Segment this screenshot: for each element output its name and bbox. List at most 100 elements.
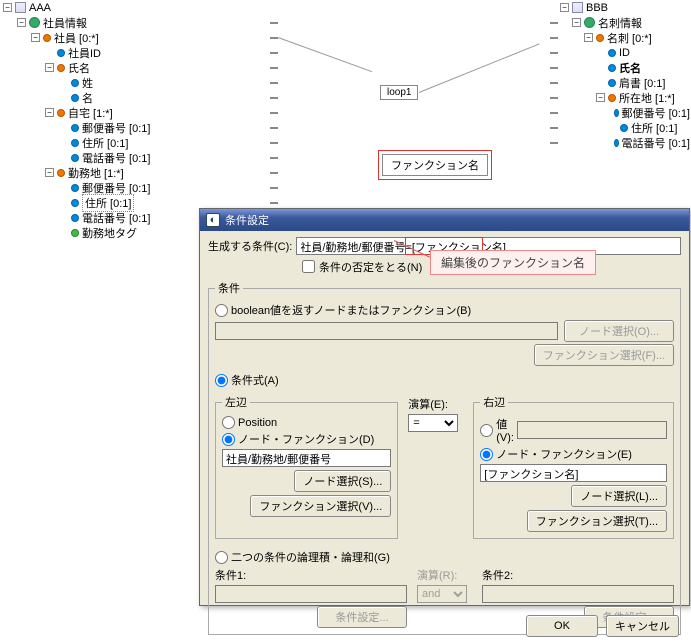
leaf-icon [614, 139, 619, 147]
operator-select[interactable]: = [408, 414, 458, 432]
bool-input [215, 322, 558, 340]
node-icon [57, 64, 65, 72]
dialog-titlebar[interactable]: ◐ 条件設定 [200, 209, 689, 231]
toggle-icon[interactable]: − [45, 63, 54, 72]
nodefunc-left-label: ノード・ファンクション(D) [238, 431, 374, 447]
cond2-label: 条件2: [482, 567, 674, 583]
tree-label: 電話番号 [0:1] [622, 135, 690, 151]
gen-cond-label: 生成する条件(C): [208, 238, 292, 254]
tree-label: 氏名 [68, 60, 90, 76]
cancel-button[interactable]: キャンセル [606, 615, 679, 637]
leaf-icon [608, 49, 616, 57]
toggle-icon[interactable]: − [31, 33, 40, 42]
toggle-icon[interactable]: − [572, 18, 581, 27]
logic-label: 二つの条件の論理積・論理和(G) [231, 549, 390, 565]
func-select-v-button[interactable]: ファンクション選択(V)... [250, 495, 391, 517]
toggle-icon[interactable]: − [3, 3, 12, 12]
toggle-icon[interactable]: − [45, 168, 54, 177]
expr-label: 条件式(A) [231, 372, 279, 388]
position-label: Position [238, 417, 277, 429]
doc-icon [572, 2, 583, 13]
leaf-icon [608, 79, 616, 87]
logic-radio[interactable] [215, 551, 228, 564]
nodefunc-right-radio[interactable] [480, 448, 493, 461]
tree-label: 社員ID [68, 45, 101, 61]
annotation-box: 編集後のファンクション名 [430, 250, 596, 275]
root-icon [29, 17, 40, 28]
toggle-icon[interactable]: − [17, 18, 26, 27]
tree-label: 住所 [0:1] [631, 120, 677, 136]
value-label: 値(V): [496, 416, 514, 444]
tree-label: 電話番号 [0:1] [82, 210, 150, 226]
dialog-icon: ◐ [206, 213, 220, 227]
leaf-icon [71, 214, 79, 222]
tree-label: 郵便番号 [0:1] [82, 120, 150, 136]
cond2-input [482, 585, 674, 603]
node-icon [57, 169, 65, 177]
condition-group: 条件 boolean値を返すノードまたはファンクション(B) ノード選択(O).… [208, 280, 681, 635]
toggle-icon[interactable]: − [584, 33, 593, 42]
tree-label: 勤務地 [1:*] [68, 165, 124, 181]
node-select-s-button[interactable]: ノード選択(S)... [294, 470, 391, 492]
left-tree: −AAA −社員情報 −社員 [0:*] 社員ID −氏名 姓 名 −自宅 [1… [3, 0, 273, 240]
tree-label: BBB [586, 2, 608, 14]
function-highlight: ファンクション名 [378, 150, 492, 180]
bool-radio[interactable] [215, 304, 228, 317]
left-value-input[interactable]: 社員/勤務地/郵便番号 [222, 449, 391, 467]
node-icon [596, 34, 604, 42]
expr-radio[interactable] [215, 374, 228, 387]
mapping-ticks-left [270, 0, 278, 240]
node-select-l-button[interactable]: ノード選択(L)... [571, 485, 667, 507]
func-select-t-button[interactable]: ファンクション選択(T)... [527, 510, 667, 532]
node-select-button: ノード選択(O)... [564, 320, 674, 342]
toggle-icon[interactable]: − [560, 3, 569, 12]
left-operand-group: 左辺 Position ノード・ファンクション(D) 社員/勤務地/郵便番号 ノ… [215, 394, 398, 539]
leaf-icon [71, 139, 79, 147]
leaf-icon [71, 199, 79, 207]
tree-label: 社員情報 [43, 15, 87, 31]
tree-label: ID [619, 47, 630, 59]
tree-label: 所在地 [1:*] [619, 90, 675, 106]
position-radio[interactable] [222, 416, 235, 429]
op2-select: and [417, 585, 467, 603]
value-radio[interactable] [480, 424, 493, 437]
tree-label: 住所 [0:1] [82, 135, 128, 151]
nodefunc-left-radio[interactable] [222, 433, 235, 446]
cond1-input [215, 585, 407, 603]
right-legend: 右辺 [480, 394, 508, 410]
dialog-title: 条件設定 [225, 212, 269, 228]
ok-button[interactable]: OK [526, 615, 598, 637]
tree-label: 自宅 [1:*] [68, 105, 113, 121]
loop-box[interactable]: loop1 [380, 85, 418, 100]
tree-label: 氏名 [619, 60, 641, 76]
node-icon [57, 109, 65, 117]
leaf-icon [57, 49, 65, 57]
tree-label: 勤務地タグ [82, 225, 137, 241]
function-box[interactable]: ファンクション名 [382, 154, 488, 176]
toggle-icon[interactable]: − [596, 93, 605, 102]
right-value-input[interactable]: [ファンクション名] [480, 464, 667, 482]
tree-label: 電話番号 [0:1] [82, 150, 150, 166]
operator-group: 演算(E): = [408, 390, 463, 543]
condition-legend: 条件 [215, 280, 243, 296]
mapping-ticks-right [550, 0, 558, 150]
left-legend: 左辺 [222, 394, 250, 410]
tree-label: 肩書 [0:1] [619, 75, 665, 91]
toggle-icon[interactable]: − [45, 108, 54, 117]
tree-label: 名刺情報 [598, 15, 642, 31]
leaf-icon [71, 184, 79, 192]
attr-icon [71, 229, 79, 237]
right-operand-group: 右辺 値(V): ノード・ファンクション(E) [ファンクション名] ノード選択… [473, 394, 674, 539]
tree-label: 郵便番号 [0:1] [622, 105, 690, 121]
leaf-icon [620, 124, 628, 132]
leaf-icon [71, 94, 79, 102]
node-icon [608, 94, 616, 102]
value-input [517, 421, 667, 439]
tree-label: 名 [82, 90, 93, 106]
map-line [419, 43, 540, 93]
map-line [278, 37, 372, 72]
negate-checkbox[interactable] [302, 260, 315, 273]
nodefunc-right-label: ノード・ファンクション(E) [496, 446, 632, 462]
func-select-button: ファンクション選択(F)... [534, 344, 674, 366]
leaf-icon [71, 154, 79, 162]
